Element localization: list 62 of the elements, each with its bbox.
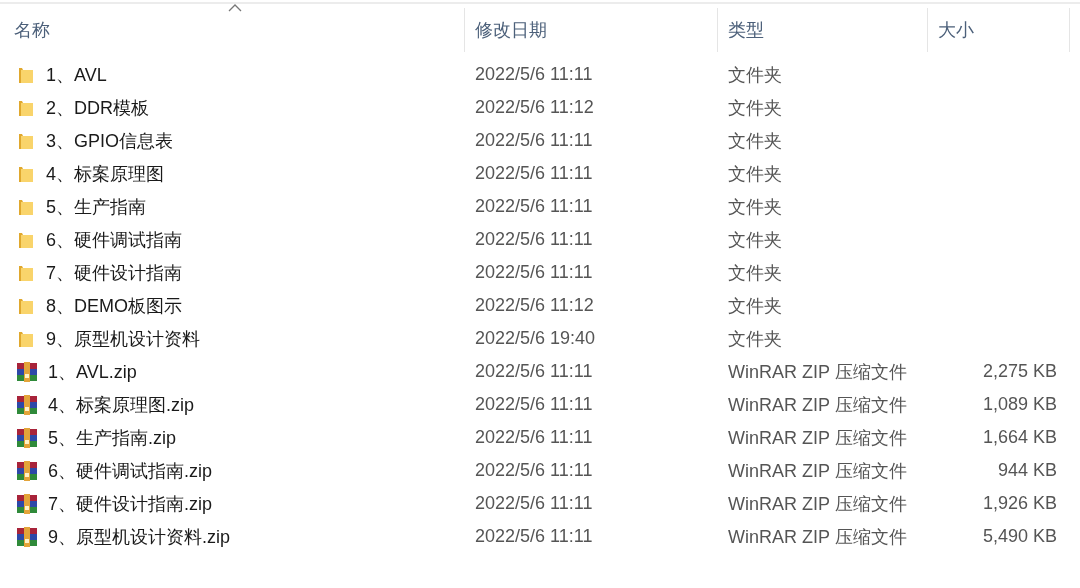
size-cell-text: 1,089 KB — [981, 394, 1058, 415]
archive-icon — [16, 492, 38, 515]
type-cell-text: 文件夹 — [727, 162, 783, 186]
size-cell-text: 1,664 KB — [981, 427, 1058, 448]
date-cell-text: 2022/5/6 11:11 — [474, 526, 594, 547]
archive-icon — [16, 393, 38, 416]
file-name[interactable]: 6、硬件调试指南 — [46, 227, 182, 252]
column-header[interactable]: 修改日期 — [465, 8, 718, 52]
column-header[interactable]: 名称 — [0, 8, 465, 52]
date-cell-text: 2022/5/6 11:11 — [474, 64, 594, 85]
date-cell-text: 2022/5/6 11:12 — [474, 295, 595, 316]
type-cell-text: 文件夹 — [727, 228, 783, 252]
file-name[interactable]: 7、硬件设计指南.zip — [48, 491, 213, 516]
date-cell-text: 2022/5/6 11:11 — [474, 493, 594, 514]
type-cell-text: WinRAR ZIP 压缩文件 — [727, 393, 908, 417]
type-cell-text: WinRAR ZIP 压缩文件 — [727, 492, 908, 516]
size-cell-text: 944 KB — [996, 460, 1058, 481]
type-cell-text: 文件夹 — [727, 261, 783, 285]
file-name[interactable]: 4、标案原理图.zip — [48, 392, 195, 417]
date-cell-text: 2022/5/6 19:40 — [474, 328, 597, 349]
date-cell-text: 2022/5/6 11:11 — [474, 130, 594, 151]
type-cell-text: 文件夹 — [727, 294, 783, 318]
archive-icon — [16, 525, 38, 548]
type-cell-text: 文件夹 — [727, 195, 783, 219]
sort-caret-icon — [228, 4, 242, 12]
file-name[interactable]: 6、硬件调试指南.zip — [48, 458, 213, 483]
date-cell-text: 2022/5/6 11:11 — [474, 427, 594, 448]
archive-icon — [16, 426, 38, 449]
file-name[interactable]: 2、DDR模板 — [46, 95, 149, 120]
file-name[interactable]: 7、硬件设计指南 — [46, 260, 182, 285]
type-cell-text: 文件夹 — [727, 63, 783, 87]
date-cell-text: 2022/5/6 11:12 — [474, 97, 595, 118]
type-cell-text: WinRAR ZIP 压缩文件 — [727, 459, 908, 483]
archive-icon — [16, 459, 38, 482]
column-header[interactable]: 类型 — [718, 8, 928, 52]
date-cell-text: 2022/5/6 11:11 — [474, 229, 594, 250]
file-name[interactable]: 9、原型机设计资料.zip — [48, 524, 231, 549]
file-name[interactable]: 3、GPIO信息表 — [46, 128, 174, 153]
date-cell-text: 2022/5/6 11:11 — [474, 196, 594, 217]
date-cell-text: 2022/5/6 11:11 — [474, 262, 594, 283]
column-header[interactable]: 大小 — [928, 8, 1070, 52]
type-cell-text: WinRAR ZIP 压缩文件 — [727, 426, 908, 450]
type-cell-text: 文件夹 — [727, 96, 783, 120]
size-cell-text: 2,275 KB — [981, 361, 1058, 382]
file-name[interactable]: 9、原型机设计资料 — [46, 326, 200, 351]
file-name[interactable]: 1、AVL.zip — [48, 359, 137, 384]
file-name[interactable]: 5、生产指南 — [46, 194, 146, 219]
size-cell-text: 5,490 KB — [981, 526, 1058, 547]
date-cell-text: 2022/5/6 11:11 — [474, 163, 594, 184]
file-name[interactable]: 4、标案原理图 — [46, 161, 164, 186]
file-name[interactable]: 1、AVL — [46, 62, 107, 87]
size-cell-text: 1,926 KB — [981, 493, 1058, 514]
type-cell-text: 文件夹 — [727, 327, 783, 351]
file-name[interactable]: 8、DEMO板图示 — [46, 293, 182, 318]
type-cell-text: WinRAR ZIP 压缩文件 — [727, 525, 908, 549]
type-cell-text: 文件夹 — [727, 129, 783, 153]
archive-icon — [16, 360, 38, 383]
date-cell-text: 2022/5/6 11:11 — [474, 394, 594, 415]
date-cell-text: 2022/5/6 11:11 — [474, 460, 594, 481]
file-name[interactable]: 5、生产指南.zip — [48, 425, 177, 450]
date-cell-text: 2022/5/6 11:11 — [474, 361, 594, 382]
type-cell-text: WinRAR ZIP 压缩文件 — [727, 360, 908, 384]
